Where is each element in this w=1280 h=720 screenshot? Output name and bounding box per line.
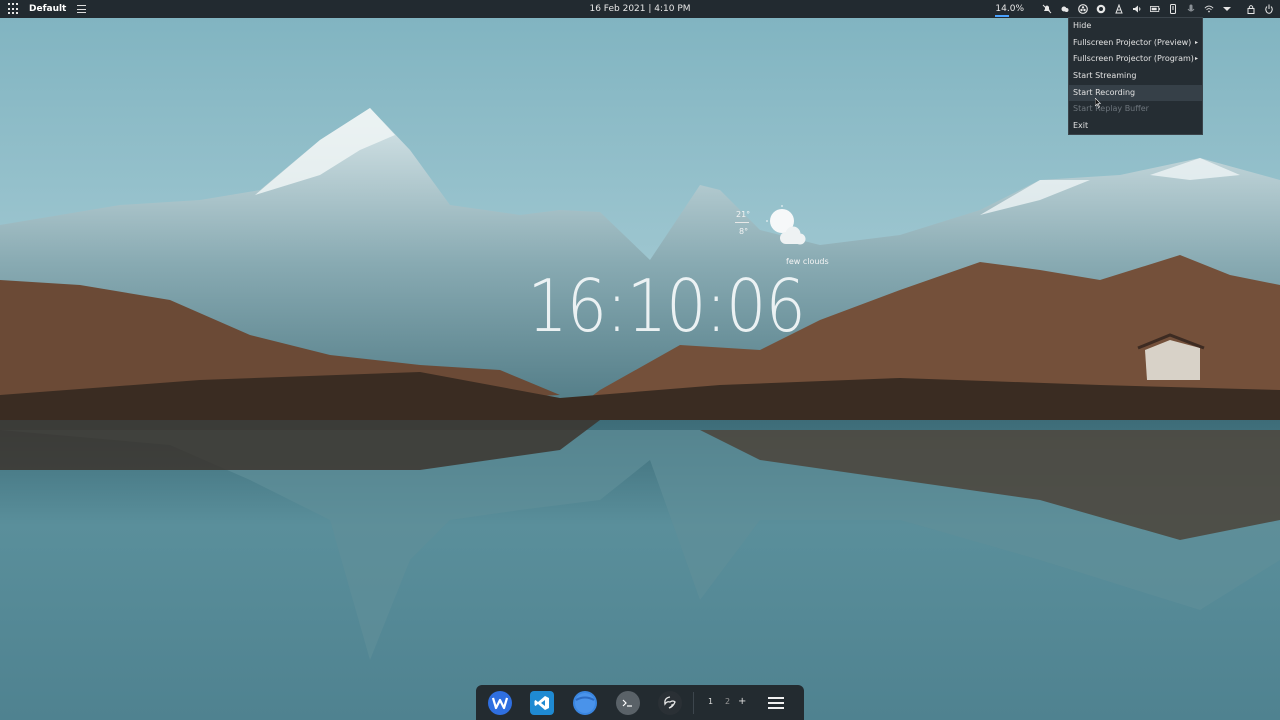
mouse-cursor-icon [1095,98,1101,108]
phone-icon[interactable] [1168,4,1178,15]
bell-off-icon[interactable] [1042,4,1052,15]
menu-item-hide[interactable]: Hide [1069,18,1202,35]
lock-icon[interactable] [1246,4,1256,15]
app-grid-icon[interactable] [8,3,20,15]
cloud-icon[interactable] [1060,4,1070,15]
menu-item-start-recording[interactable]: Start Recording [1069,84,1202,102]
mic-icon[interactable] [1186,4,1196,15]
menu-item-exit[interactable]: Exit [1069,118,1202,135]
system-tray: 14.0% [995,0,1274,18]
record-icon[interactable] [1096,4,1106,15]
top-panel: Default 16 Feb 2021 | 4:10 PM 14.0% [0,0,1280,18]
dock-separator [693,692,694,714]
menu-item-fullscreen-projector-program[interactable]: Fullscreen Projector (Program) ▸ [1069,51,1202,68]
submenu-arrow-icon: ▸ [1194,55,1198,63]
desktop-clock: 16:10:06 [527,264,805,348]
menu-item-start-replay-buffer: Start Replay Buffer [1073,104,1149,114]
browser-icon[interactable] [573,691,597,715]
wifi-icon[interactable] [1204,4,1214,15]
menu-item-fullscreen-projector-preview[interactable]: Fullscreen Projector (Preview) ▸ [1069,35,1202,52]
wps-office-icon[interactable] [488,691,512,715]
power-icon[interactable] [1264,4,1274,15]
workspace-1-button[interactable]: 1 [708,697,713,706]
obs-tray-context-menu: Hide Fullscreen Projector (Preview) ▸ Ful… [1068,17,1203,135]
vscode-icon[interactable] [530,691,554,715]
battery-icon[interactable] [1150,4,1160,15]
cpu-usage[interactable]: 14.0% [995,4,1024,17]
weather-low-temp: 8° [739,227,749,236]
few-clouds-icon [766,205,806,245]
weather-high-temp: 21° [736,210,751,219]
dropdown-icon[interactable] [1222,4,1232,15]
tower-icon[interactable] [1114,4,1124,15]
workspace-label[interactable]: Default [29,4,66,14]
dock: 1 2 + [476,685,804,720]
terminal-icon[interactable] [616,691,640,715]
obs-icon[interactable] [1078,4,1088,15]
menu-item-start-streaming[interactable]: Start Streaming [1069,68,1202,85]
dock-menu-icon[interactable] [768,697,784,709]
add-workspace-button[interactable]: + [738,696,746,707]
menu-icon[interactable] [77,5,87,13]
workspace-2-button[interactable]: 2 [725,697,730,706]
volume-icon[interactable] [1132,4,1142,15]
submenu-arrow-icon: ▸ [1194,38,1198,46]
weather-divider [735,222,749,223]
obs-studio-icon[interactable] [658,691,682,715]
